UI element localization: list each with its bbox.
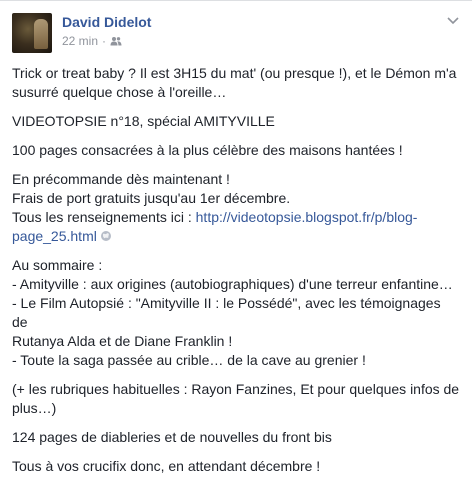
- avatar[interactable]: [12, 13, 52, 53]
- author-name[interactable]: David Didelot: [62, 14, 151, 30]
- shipping-line: Frais de port gratuits jusqu'au 1er déce…: [12, 190, 291, 206]
- intro-line-2: susurré quelque chose à l'oreille…: [12, 84, 227, 100]
- summary-item-2-line-1: - Le Film Autopsié : "Amityville II : le…: [12, 295, 441, 330]
- globe-icon: [100, 231, 111, 241]
- post-header: David Didelot 22 min ·: [12, 11, 460, 57]
- preorder-line: En précommande dès maintenant !: [12, 171, 230, 187]
- meta-separator: ·: [102, 34, 107, 48]
- pages-line: 100 pages consacrées à la plus célèbre d…: [12, 142, 403, 158]
- info-link-part-1[interactable]: http://videotopsie.blogspot.fr/p/blog-: [196, 209, 418, 225]
- post-timestamp[interactable]: 22 min: [62, 34, 98, 48]
- intro-paragraph: Trick or treat baby ? Il est 3H15 du mat…: [12, 64, 460, 102]
- info-link-part-2[interactable]: page_25.html: [12, 228, 97, 244]
- summary-paragraph: Au sommaire : - Amityville : aux origine…: [12, 256, 460, 370]
- facebook-post: David Didelot 22 min · Trick or treat ba…: [0, 0, 472, 474]
- summary-item-3: - Toute la saga passée au crible… de la …: [12, 352, 366, 368]
- extra-line: 124 pages de diableries et de nouvelles …: [12, 429, 332, 445]
- magazine-title: VIDEOTOPSIE n°18, spécial AMITYVILLE: [12, 113, 275, 129]
- friends-icon[interactable]: [110, 36, 122, 46]
- summary-item-2-line-2: Rutanya Alda et de Diane Franklin !: [12, 333, 233, 349]
- rubriques-line-1: (+ les rubriques habituelles : Rayon Fan…: [12, 381, 460, 397]
- rubriques-line-2: plus…): [12, 400, 57, 416]
- intro-line-1: Trick or treat baby ? Il est 3H15 du mat…: [12, 65, 457, 81]
- summary-title: Au sommaire :: [12, 257, 103, 273]
- chevron-down-icon[interactable]: [446, 13, 460, 27]
- info-prefix: Tous les renseignements ici :: [12, 209, 196, 225]
- rubriques-paragraph: (+ les rubriques habituelles : Rayon Fan…: [12, 380, 460, 418]
- post-body: Trick or treat baby ? Il est 3H15 du mat…: [12, 64, 460, 486]
- order-paragraph: En précommande dès maintenant ! Frais de…: [12, 170, 460, 246]
- post-meta: 22 min ·: [62, 34, 122, 48]
- summary-item-1: - Amityville : aux origines (autobiograp…: [12, 276, 453, 292]
- closing-line: Tous à vos crucifix donc, en attendant d…: [12, 458, 321, 474]
